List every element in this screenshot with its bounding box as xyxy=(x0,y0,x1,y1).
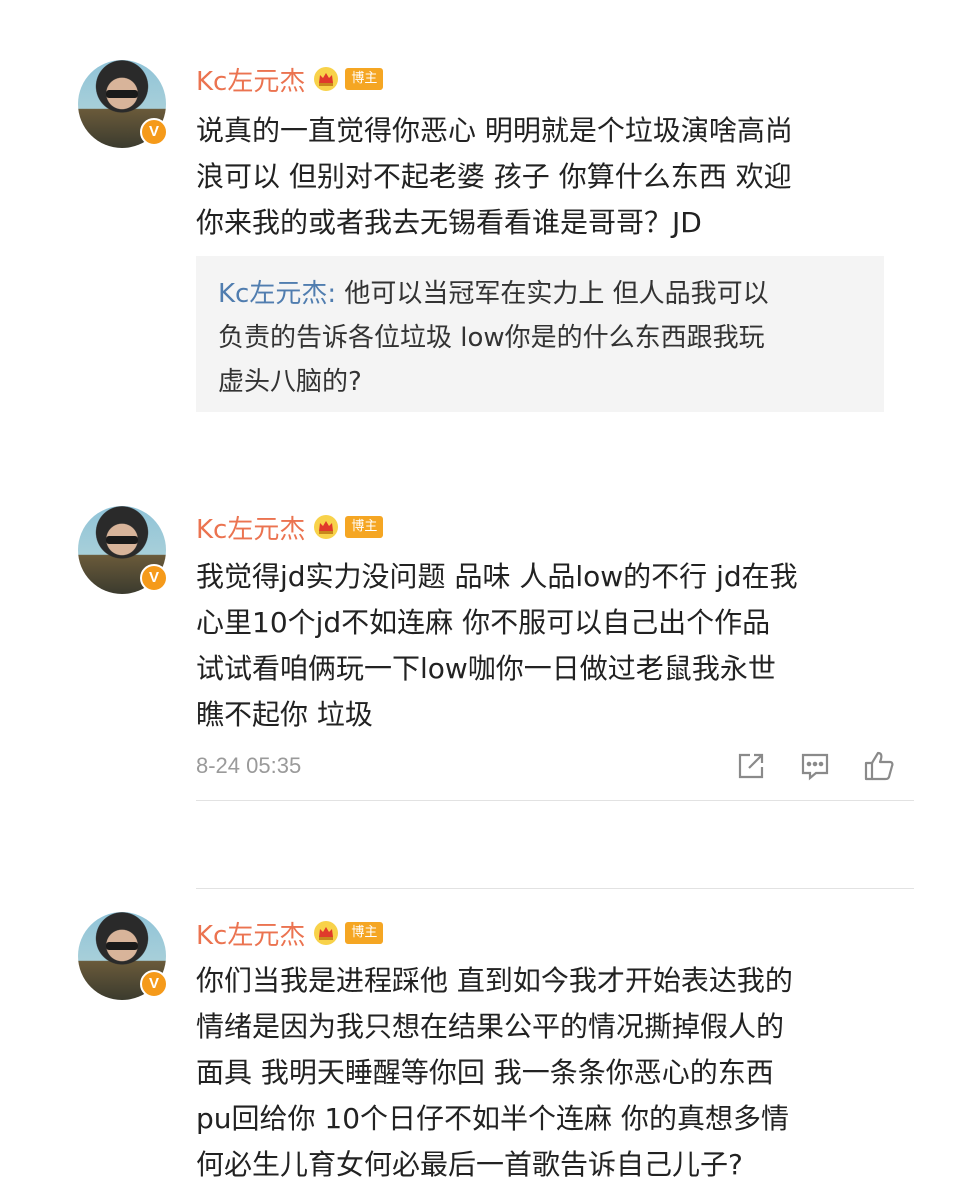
avatar[interactable]: V xyxy=(78,506,168,594)
blogger-badge: 博主 xyxy=(345,68,384,90)
timestamp: 8-24 05:35 xyxy=(196,753,302,778)
verified-badge-icon: V xyxy=(140,564,168,592)
post-text: 说真的一直觉得你恶心 明明就是个垃圾演啥高尚 浪可以 但别对不起老婆 孩子 你算… xyxy=(196,114,793,239)
quote-body: Kc左元杰: 他可以当冠军在实力上 但人品我可以 负责的告诉各位垃圾 low你是… xyxy=(218,272,862,404)
comment-icon[interactable] xyxy=(798,749,832,783)
avatar-glasses xyxy=(106,942,138,950)
crown-icon xyxy=(314,921,339,945)
username[interactable]: Kc左元杰 xyxy=(196,915,305,952)
share-icon[interactable] xyxy=(734,749,768,783)
like-icon[interactable] xyxy=(862,749,896,783)
divider xyxy=(196,888,914,889)
post-text: 你们当我是进程踩他 直到如今我才开始表达我的 情绪是因为我只想在结果公平的情况撕… xyxy=(196,964,793,1181)
quote-author[interactable]: Kc左元杰: xyxy=(218,279,336,309)
username-row: Kc左元杰 博主 xyxy=(196,915,384,952)
username-row: Kc左元杰 博主 xyxy=(196,61,384,98)
blogger-badge: 博主 xyxy=(345,922,384,944)
crown-icon xyxy=(314,67,339,91)
avatar[interactable]: V xyxy=(78,60,168,148)
blogger-badge: 博主 xyxy=(345,516,384,538)
username-row: Kc左元杰 博主 xyxy=(196,509,384,546)
verified-badge-icon: V xyxy=(140,970,168,998)
avatar[interactable]: V xyxy=(78,912,168,1000)
quoted-comment[interactable]: Kc左元杰: 他可以当冠军在实力上 但人品我可以 负责的告诉各位垃圾 low你是… xyxy=(196,256,884,412)
username[interactable]: Kc左元杰 xyxy=(196,509,305,546)
username[interactable]: Kc左元杰 xyxy=(196,61,305,98)
action-bar xyxy=(734,749,896,783)
divider xyxy=(196,800,914,801)
avatar-glasses xyxy=(106,90,138,98)
post-meta: 8-24 05:35 xyxy=(196,746,896,786)
verified-badge-icon: V xyxy=(140,118,168,146)
crown-icon xyxy=(314,515,339,539)
avatar-glasses xyxy=(106,536,138,544)
post-text: 我觉得jd实力没问题 品味 人品low的不行 jd在我 心里10个jd不如连麻 … xyxy=(196,560,798,731)
